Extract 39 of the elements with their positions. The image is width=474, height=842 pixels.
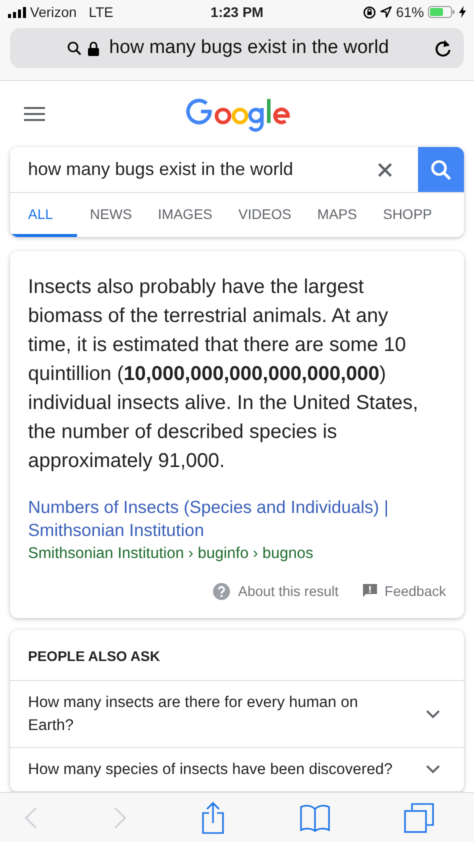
- battery-icon: [428, 6, 455, 18]
- answer-text: Insects also probably have the largest biomass of the terrestrial animals. At any time, it is estimated that there are some 10 quintillion (10,000,000,000,000,000,000) individual insects alive. In the United States, the number of described species is approximately 91,000.: [28, 275, 420, 474]
- tab[interactable]: SHOPP: [370, 193, 445, 237]
- question-row[interactable]: How many insects are there for every human on Earth?: [10, 681, 464, 748]
- clock: 1:23 PM: [210, 4, 264, 20]
- chevron-down-icon: [426, 710, 440, 718]
- help-icon[interactable]: [213, 582, 230, 600]
- battery-percent: 61%: [396, 4, 424, 20]
- chevron-down-icon: [426, 765, 440, 774]
- tab[interactable]: IMAGES: [144, 193, 226, 237]
- tab[interactable]: ALL: [10, 193, 77, 237]
- menu-icon[interactable]: [24, 107, 45, 121]
- search-button[interactable]: [418, 147, 464, 192]
- reload-icon[interactable]: [434, 38, 452, 58]
- charging-bolt-icon: [459, 6, 466, 18]
- result-link[interactable]: Numbers of Insects (Species and Individuals) | Smithsonian Institution: [28, 496, 446, 542]
- search-icon: [67, 40, 82, 56]
- lock-icon: [88, 40, 100, 56]
- signal-icon: [8, 6, 26, 18]
- section-heading: PEOPLE ALSO ASK: [10, 630, 464, 681]
- search-field[interactable]: how many bugs exist in the world: [28, 159, 368, 180]
- source-breadcrumb: Smithsonian Institution › buginfo › bugnos: [28, 544, 314, 564]
- feedback-link[interactable]: Feedback: [384, 583, 446, 599]
- tabs-icon[interactable]: [404, 802, 434, 832]
- search-icon: [430, 158, 452, 180]
- bookmarks-icon[interactable]: [300, 804, 330, 832]
- network-type: LTE: [88, 4, 114, 20]
- about-link[interactable]: About this result: [238, 583, 339, 599]
- tab[interactable]: NEWS: [76, 193, 145, 237]
- close-icon[interactable]: [378, 162, 392, 176]
- location-arrow-icon: [380, 6, 392, 18]
- carrier-name: Verizon: [30, 4, 77, 20]
- rotation-lock-icon: [362, 6, 376, 18]
- tab[interactable]: MAPS: [304, 193, 370, 237]
- tab[interactable]: VIDEOS: [225, 193, 304, 237]
- feedback-icon[interactable]: [362, 584, 377, 598]
- share-icon[interactable]: [201, 802, 225, 834]
- address-bar[interactable]: how many bugs exist in the world: [10, 28, 464, 68]
- url-text: how many bugs exist in the world: [109, 37, 389, 59]
